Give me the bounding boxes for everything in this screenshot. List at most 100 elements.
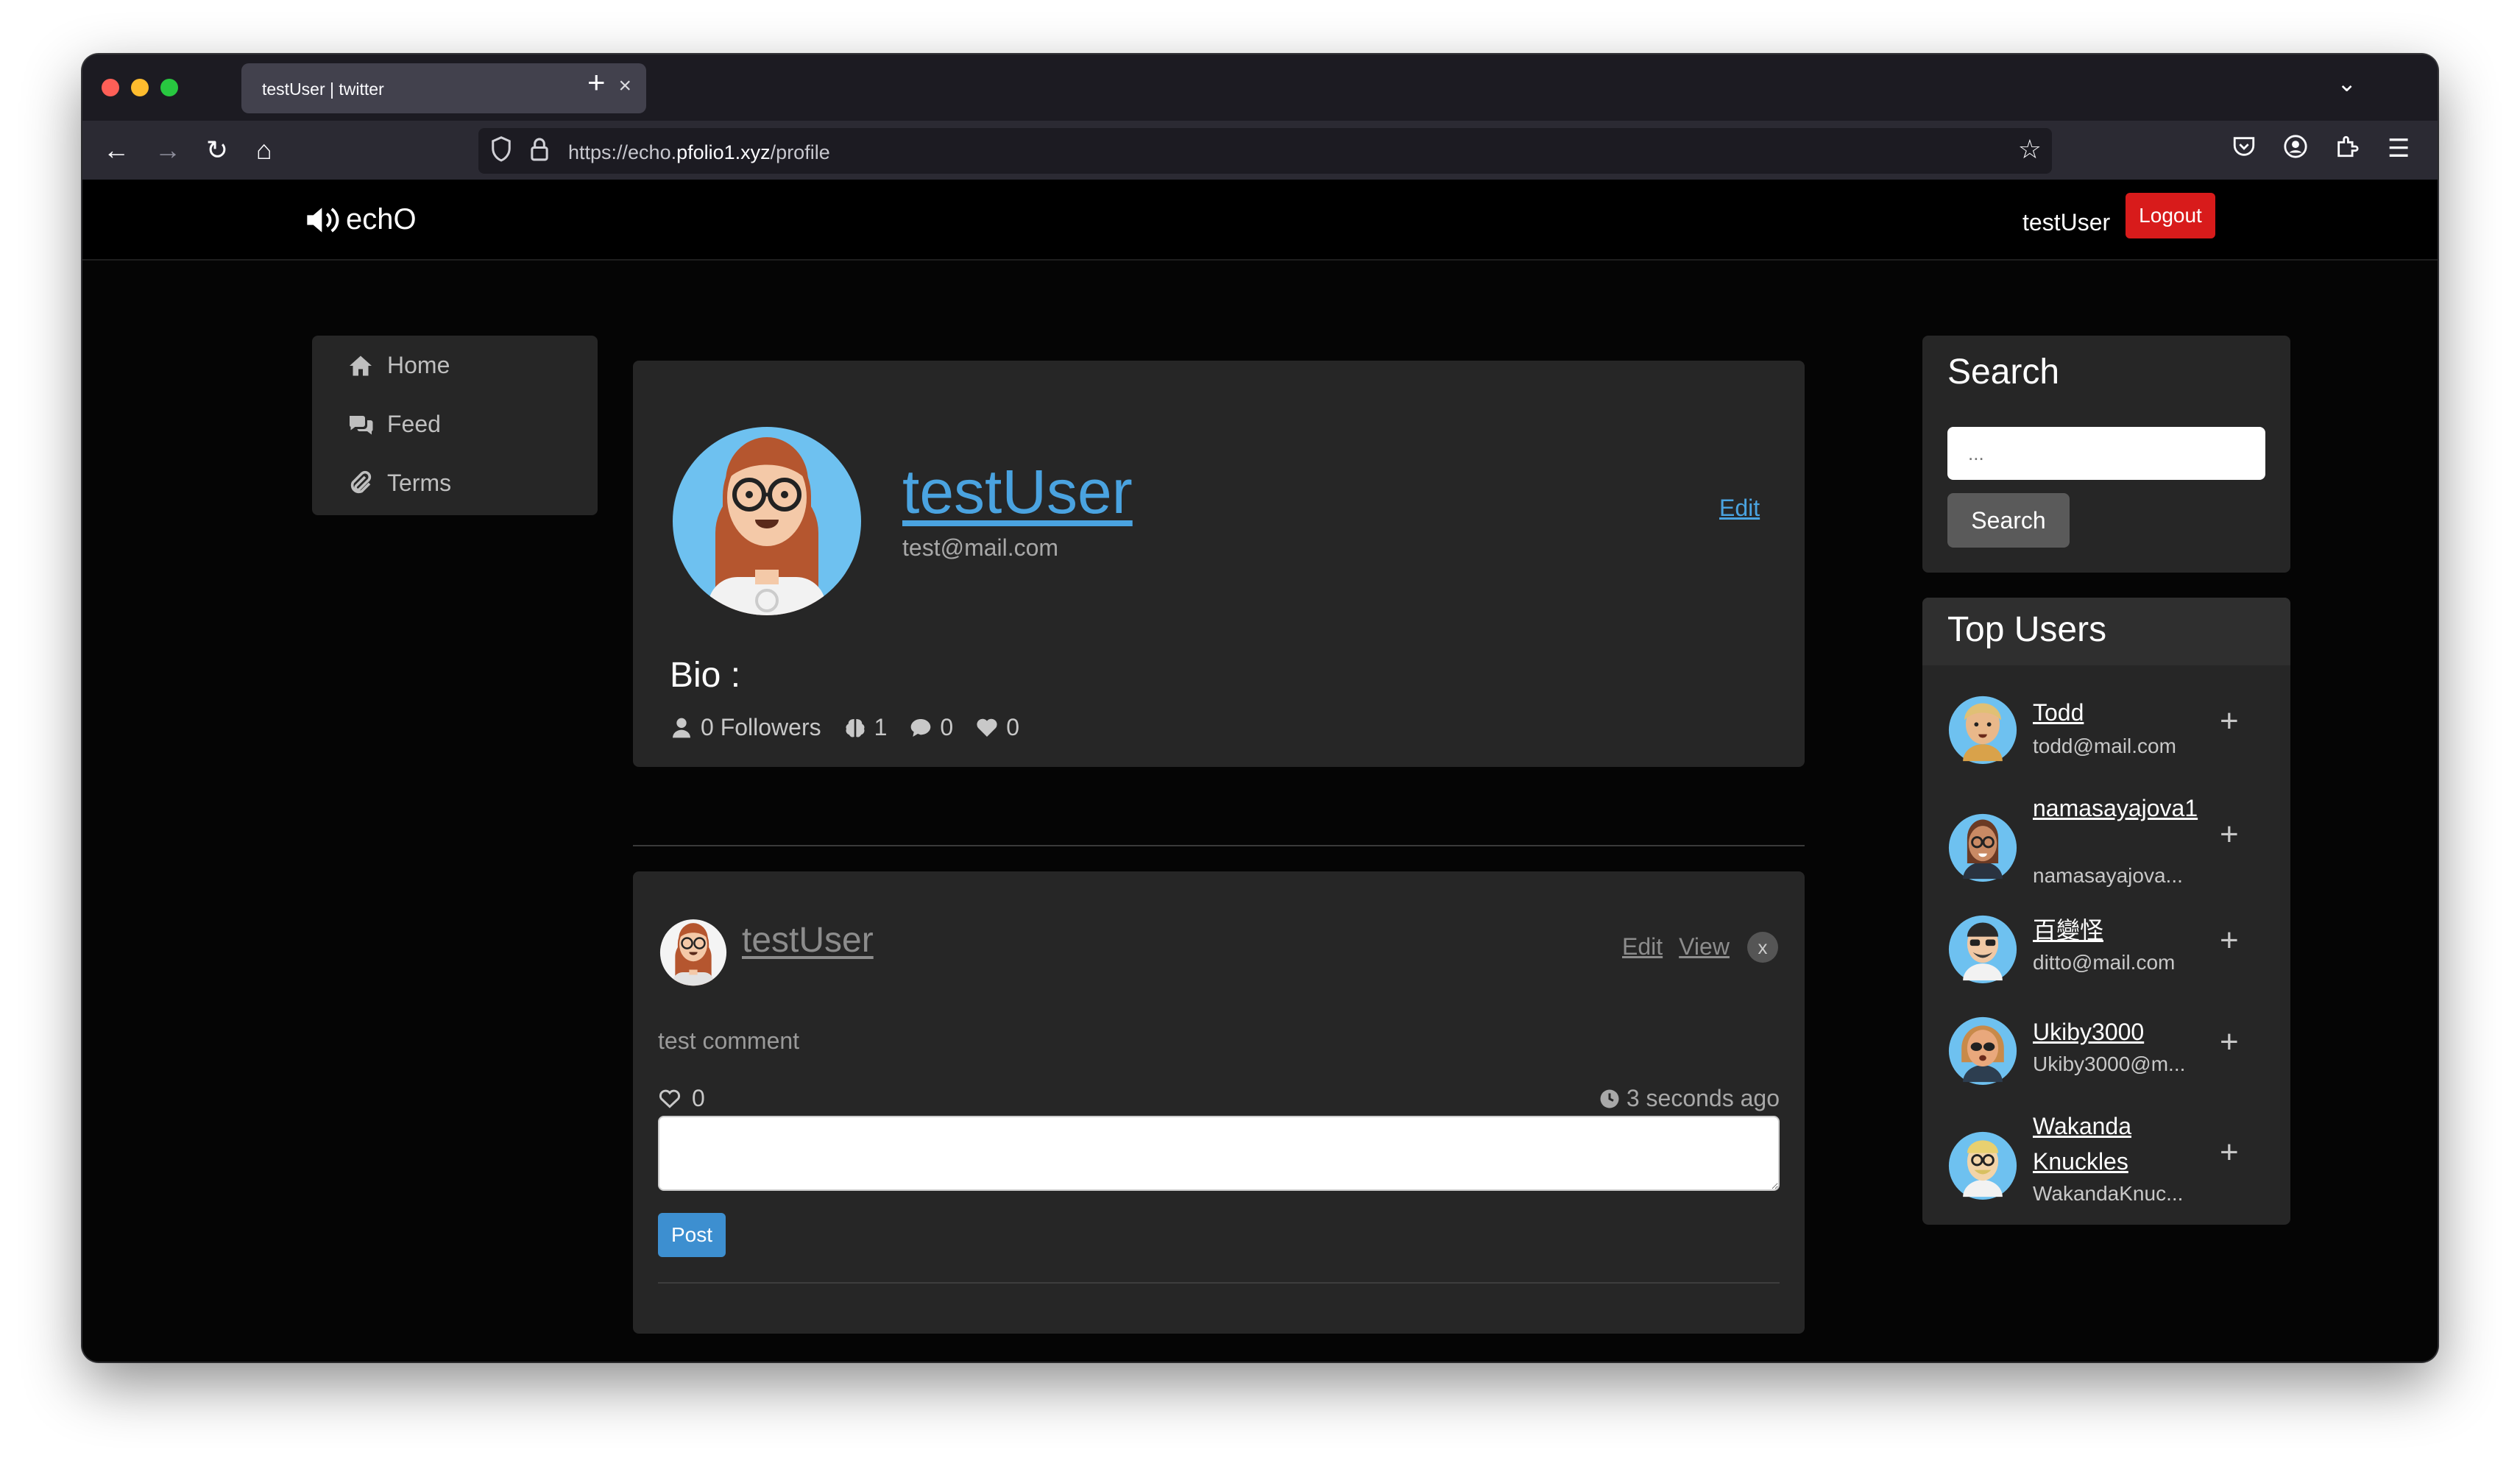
avatar[interactable]	[1947, 910, 2018, 986]
post-body: test comment	[658, 1027, 800, 1054]
avatar	[673, 427, 861, 615]
top-users-title: Top Users	[1922, 598, 2290, 665]
tab-close-icon[interactable]: ×	[618, 74, 631, 99]
edit-post-link[interactable]: Edit	[1622, 933, 1663, 960]
paperclip-icon	[350, 470, 372, 493]
follow-plus-icon[interactable]: +	[2220, 1026, 2239, 1058]
profile-email: test@mail.com	[902, 534, 1059, 561]
clock-icon	[1600, 1089, 1619, 1108]
close-window-button[interactable]	[102, 79, 119, 96]
post-timestamp: 3 seconds ago	[1599, 1085, 1780, 1112]
tab-title: testUser | twitter	[262, 79, 384, 99]
post-like-count: 0	[692, 1085, 705, 1111]
heart-outline-icon	[659, 1089, 681, 1108]
speaker-icon	[307, 207, 339, 233]
sidebar-nav: Home Feed Terms	[312, 336, 598, 515]
top-user-email: namasayajova...	[2033, 864, 2183, 887]
site-header: echO testUser Logout	[82, 180, 2438, 261]
comment-input[interactable]	[658, 1116, 1780, 1191]
home-browser-icon[interactable]: ⌂	[256, 135, 272, 165]
delete-post-button[interactable]: x	[1747, 932, 1778, 963]
followers-stat[interactable]: 0 Followers	[670, 714, 821, 741]
follow-plus-icon[interactable]: +	[2220, 924, 2239, 957]
search-input[interactable]	[1947, 427, 2265, 480]
comments-count: 0	[940, 714, 954, 740]
top-user-name[interactable]: Wakanda Knuckles	[2033, 1108, 2187, 1179]
header-username[interactable]: testUser	[2022, 209, 2110, 236]
logo-text: echO	[346, 203, 417, 236]
view-post-link[interactable]: View	[1679, 933, 1730, 960]
account-icon[interactable]	[2283, 134, 2308, 166]
search-button[interactable]: Search	[1947, 493, 2070, 548]
post-actions: Edit View	[1622, 933, 1730, 960]
post-divider	[658, 1282, 1780, 1284]
top-users-card: Top Users Todd todd@mail.com + namasayaj…	[1922, 598, 2290, 1225]
follow-plus-icon[interactable]: +	[2220, 818, 2239, 851]
post-button[interactable]: Post	[658, 1213, 726, 1257]
bookmark-star-icon[interactable]: ☆	[2018, 134, 2042, 165]
follow-plus-icon[interactable]: +	[2220, 705, 2239, 737]
browser-tab[interactable]: testUser | twitter ×	[241, 63, 646, 113]
post-card: testUser Edit View x test comment 0 3 se…	[633, 871, 1805, 1334]
avatar[interactable]	[1947, 808, 2018, 885]
sidebar-item-label: Home	[387, 352, 450, 378]
top-user-name[interactable]: 百變怪	[2033, 913, 2187, 948]
url-text: https://echo.pfolio1.xyz/profile	[568, 141, 830, 163]
avatar[interactable]	[1947, 690, 2018, 767]
profile-name[interactable]: testUser	[902, 456, 1133, 528]
tab-strip: testUser | twitter × + ⌄	[82, 54, 2438, 121]
follow-plus-icon[interactable]: +	[2220, 1136, 2239, 1169]
comments-stat: 0	[909, 714, 953, 741]
reload-icon[interactable]: ↻	[206, 135, 228, 165]
avatar[interactable]	[1947, 1011, 2018, 1088]
section-divider	[633, 845, 1805, 846]
sidebar-item-home[interactable]: Home	[347, 352, 450, 379]
followers-count: 0 Followers	[701, 714, 821, 740]
address-bar[interactable]: https://echo.pfolio1.xyz/profile ☆	[478, 128, 2052, 174]
browser-window: testUser | twitter × + ⌄ ← → ↻ ⌂ https:/…	[82, 54, 2438, 1362]
brain-icon	[846, 718, 865, 737]
shield-icon[interactable]	[490, 135, 512, 169]
logout-button[interactable]: Logout	[2126, 193, 2215, 238]
maximize-window-button[interactable]	[160, 79, 178, 96]
browser-toolbar: ← → ↻ ⌂ https://echo.pfolio1.xyz/profile…	[82, 121, 2438, 180]
new-tab-button[interactable]: +	[587, 65, 606, 100]
top-user-name[interactable]: namasayajova1	[2033, 790, 2198, 826]
likes-count: 0	[1006, 714, 1019, 740]
extensions-icon[interactable]	[2335, 134, 2360, 166]
pocket-icon[interactable]	[2231, 134, 2257, 166]
top-user-name[interactable]: Ukiby3000	[2033, 1014, 2187, 1050]
comments-icon	[349, 415, 373, 434]
chevron-down-icon[interactable]: ⌄	[2337, 69, 2357, 97]
profile-card: testUser test@mail.com Edit Bio : 0 Foll…	[633, 361, 1805, 767]
top-user-email: todd@mail.com	[2033, 735, 2176, 757]
like-button[interactable]: 0	[658, 1085, 705, 1112]
minimize-window-button[interactable]	[131, 79, 149, 96]
top-user-email: WakandaKnuc...	[2033, 1182, 2184, 1205]
menu-icon[interactable]: ☰	[2388, 134, 2410, 163]
sidebar-item-terms[interactable]: Terms	[347, 470, 451, 497]
forward-arrow-icon[interactable]: →	[155, 135, 181, 165]
profile-stats: 0 Followers 1 0 0	[670, 714, 1041, 741]
comment-icon	[911, 718, 931, 737]
top-user-name[interactable]: Todd	[2033, 695, 2187, 730]
user-icon	[673, 718, 690, 737]
search-card: Search Search	[1922, 336, 2290, 573]
web-page: echO testUser Logout Home Feed Terms tes…	[82, 180, 2438, 1362]
back-arrow-icon[interactable]: ←	[103, 135, 130, 165]
sidebar-item-feed[interactable]: Feed	[347, 411, 441, 438]
home-icon	[350, 355, 372, 375]
posts-stat: 1	[843, 714, 887, 741]
likes-stat: 0	[975, 714, 1019, 741]
timestamp-text: 3 seconds ago	[1626, 1085, 1780, 1111]
bio-label: Bio :	[670, 656, 741, 695]
heart-icon	[977, 718, 997, 737]
lock-icon[interactable]	[530, 135, 549, 169]
site-logo[interactable]: echO	[305, 203, 417, 236]
avatar	[659, 919, 727, 986]
post-username[interactable]: testUser	[742, 920, 874, 960]
edit-profile-link[interactable]: Edit	[1719, 495, 1760, 522]
top-user-email: ditto@mail.com	[2033, 951, 2176, 974]
sidebar-item-label: Terms	[387, 470, 452, 496]
avatar[interactable]	[1947, 1126, 2018, 1203]
